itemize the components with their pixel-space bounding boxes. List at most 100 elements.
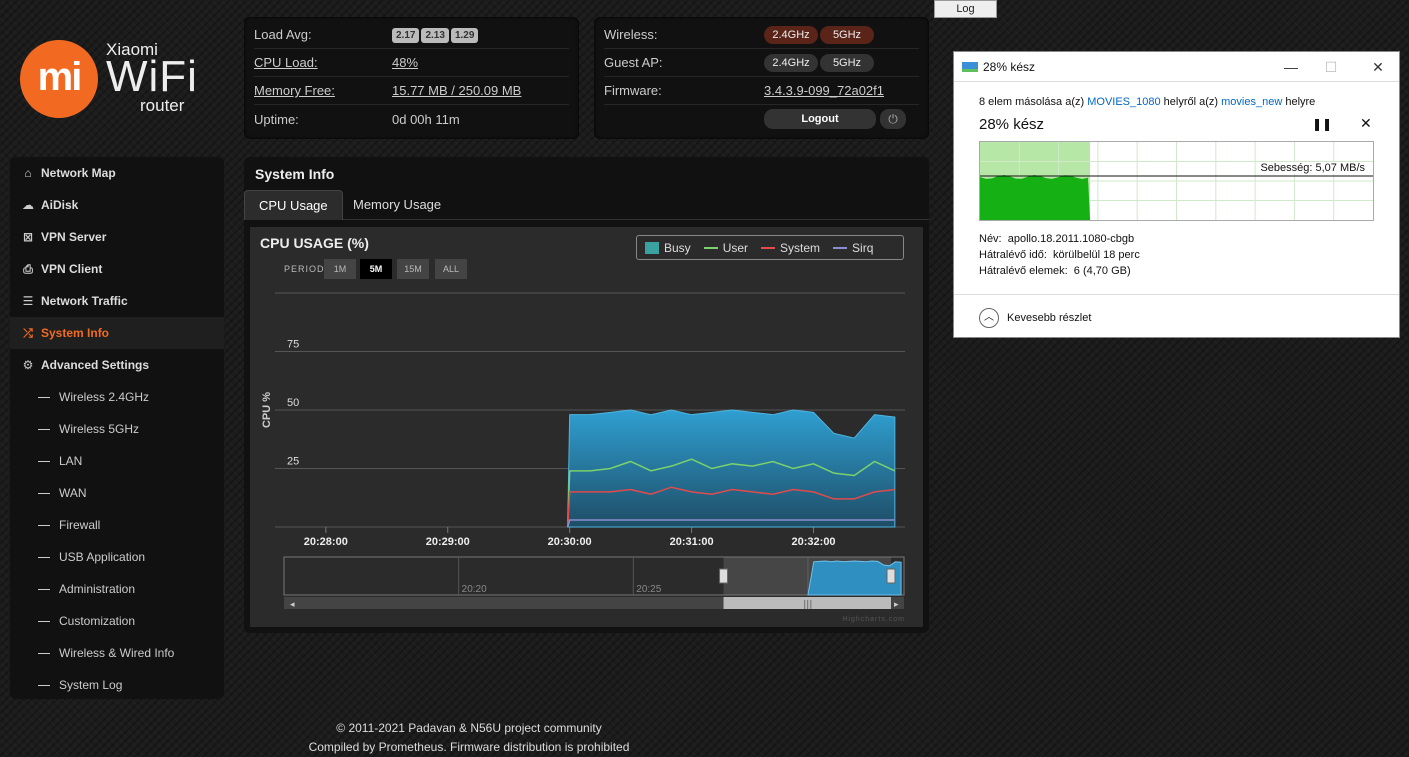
y-tick-label: 75 xyxy=(287,339,299,351)
tab-cpu-usage[interactable]: CPU Usage xyxy=(244,190,343,220)
dialog-separator xyxy=(954,294,1399,295)
sidebar-item-label: VPN Server xyxy=(41,230,107,244)
sidebar-subitem-wireless-wired-info[interactable]: Wireless & Wired Info xyxy=(10,637,224,669)
load-avg-values: 2.17 2.13 1.29 xyxy=(392,26,569,43)
gear-icon: ⚙ xyxy=(22,358,34,372)
sidebar-subitem-firewall[interactable]: Firewall xyxy=(10,509,224,541)
y-tick-label: 25 xyxy=(287,456,299,468)
cancel-copy-icon[interactable]: ✕ xyxy=(1360,115,1372,132)
cpu-load-row[interactable]: CPU Load: 48% xyxy=(254,49,569,77)
dash-icon xyxy=(38,492,50,494)
less-details-label: Kevesebb részlet xyxy=(1007,312,1092,324)
pause-icon[interactable]: ❚❚ xyxy=(1312,117,1332,131)
copy-mid: helyről a(z) xyxy=(1163,96,1219,108)
logo-brand-sub: router xyxy=(140,96,185,115)
dash-icon xyxy=(38,428,50,430)
copy-icon xyxy=(962,62,978,72)
log-button[interactable]: Log xyxy=(934,0,997,18)
sidebar-subitem-label: Wireless & Wired Info xyxy=(59,646,175,660)
sidebar-subitem-administration[interactable]: Administration xyxy=(10,573,224,605)
load-avg-15: 1.29 xyxy=(450,28,479,43)
dash-icon xyxy=(38,396,50,398)
y-axis-label: CPU % xyxy=(261,392,273,428)
sidebar: ⌂ Network Map ☁ AiDisk ⊠ VPN Server ⎙ VPN Cl… xyxy=(10,157,224,699)
dash-icon xyxy=(38,588,50,590)
sidebar-subitem-label: Customization xyxy=(59,614,136,628)
x-tick-label: 20:28:00 xyxy=(304,536,348,548)
less-details-button[interactable]: ︿ Kevesebb részlet xyxy=(979,308,1091,328)
sidebar-item-label: Network Traffic xyxy=(41,294,128,308)
sidebar-item-system-info[interactable]: ⤮ System Info xyxy=(10,317,224,349)
info-name-value: apollo.18.2011.1080-cbgb xyxy=(1007,233,1135,245)
sidebar-item-aidisk[interactable]: ☁ AiDisk xyxy=(10,189,224,221)
info-name: Név: apollo.18.2011.1080-cbgb xyxy=(979,233,1134,245)
dash-icon xyxy=(38,524,50,526)
sidebar-subitem-usb-application[interactable]: USB Application xyxy=(10,541,224,573)
guest-ap-24-button[interactable]: 2.4GHz xyxy=(764,53,818,72)
progress-heading: 28% kész xyxy=(979,116,1045,133)
sidebar-item-label: AiDisk xyxy=(41,198,79,212)
copy-description: 8 elem másolása a(z) MOVIES_1080 helyről… xyxy=(979,96,1315,108)
footer-compiled: Compiled by Prometheus. Firmware distrib… xyxy=(308,740,630,754)
copy-suffix: helyre xyxy=(1285,96,1316,108)
sidebar-subitem-system-log[interactable]: System Log xyxy=(10,669,224,701)
scroll-right-icon: ▸ xyxy=(894,600,899,610)
guest-ap-5-button[interactable]: 5GHz xyxy=(820,53,874,72)
sidebar-item-advanced-settings[interactable]: ⚙ Advanced Settings xyxy=(10,349,224,381)
load-avg-1: 2.17 xyxy=(392,28,420,43)
logout-button[interactable]: Logout xyxy=(764,109,876,130)
maximize-icon[interactable]: ☐ xyxy=(1319,57,1343,77)
dash-icon xyxy=(38,652,50,654)
minimize-icon[interactable]: — xyxy=(1279,57,1303,77)
xiaomi-wifi-logo: mi Xiaomi WiFi router xyxy=(18,38,218,124)
load-avg-5: 2.13 xyxy=(421,28,449,43)
cpu-load-value[interactable]: 48% xyxy=(392,55,569,70)
sidebar-subitem-wireless-24[interactable]: Wireless 2.4GHz xyxy=(10,381,224,413)
sidebar-subitem-label: LAN xyxy=(59,454,83,468)
navigator-handle-left xyxy=(719,568,729,584)
home-icon: ⌂ xyxy=(24,166,32,180)
sidebar-item-label: System Info xyxy=(41,326,110,340)
sidebar-item-label: Network Map xyxy=(41,166,116,180)
speed-label: Sebesség: 5,07 MB/s xyxy=(1258,162,1367,174)
sidebar-subitem-wan[interactable]: WAN xyxy=(10,477,224,509)
sidebar-item-vpn-client[interactable]: ⎙ VPN Client xyxy=(10,253,224,285)
memory-free-row[interactable]: Memory Free: 15.77 MB / 250.09 MB xyxy=(254,77,569,105)
system-info-panel: System Info CPU Usage Memory Usage CPU U… xyxy=(244,157,929,633)
load-avg-row: Load Avg: 2.17 2.13 1.29 xyxy=(254,21,569,49)
close-icon[interactable]: ✕ xyxy=(1366,57,1390,77)
y-tick-label: 50 xyxy=(287,397,299,409)
power-icon[interactable]: ⏻ xyxy=(880,108,906,129)
chevron-up-icon: ︿ xyxy=(979,308,999,328)
memory-free-label[interactable]: Memory Free: xyxy=(254,83,392,98)
wireless-5-button[interactable]: 5GHz xyxy=(820,25,874,44)
mi-logo-mark: mi xyxy=(37,55,83,99)
sidebar-subitem-lan[interactable]: LAN xyxy=(10,445,224,477)
info-time: Hátralévő idő: körülbelül 18 perc xyxy=(979,249,1140,261)
wireless-row: Wireless: 2.4GHz 5GHz xyxy=(604,21,919,49)
dialog-titlebar[interactable]: 28% kész — ☐ ✕ xyxy=(954,52,1399,82)
wireless-24-button[interactable]: 2.4GHz xyxy=(764,25,818,44)
sidebar-item-vpn-server[interactable]: ⊠ VPN Server xyxy=(10,221,224,253)
source-folder-link[interactable]: MOVIES_1080 xyxy=(1087,96,1160,108)
navigator-tick-label: 20:20 xyxy=(462,584,487,595)
sidebar-subitem-wireless-5[interactable]: Wireless 5GHz xyxy=(10,413,224,445)
tab-bar: CPU Usage Memory Usage xyxy=(244,190,929,220)
firmware-value[interactable]: 3.4.3.9-099_72a02f1 xyxy=(764,83,919,98)
load-avg-label: Load Avg: xyxy=(254,27,312,42)
logout-row: Logout ⏻ xyxy=(604,105,919,133)
destination-folder-link[interactable]: movies_new xyxy=(1221,96,1282,108)
status-panel-wireless: Wireless: 2.4GHz 5GHz Guest AP: 2.4GHz 5GH… xyxy=(594,17,929,139)
guest-ap-label: Guest AP: xyxy=(604,55,663,70)
sidebar-item-network-map[interactable]: ⌂ Network Map xyxy=(10,157,224,189)
sidebar-item-network-traffic[interactable]: ☰ Network Traffic xyxy=(10,285,224,317)
cpu-load-label[interactable]: CPU Load: xyxy=(254,55,392,70)
navigator-handle-right xyxy=(886,568,896,584)
tab-memory-usage[interactable]: Memory Usage xyxy=(339,190,455,220)
sidebar-subitem-customization[interactable]: Customization xyxy=(10,605,224,637)
speed-graph-svg xyxy=(980,142,1373,220)
memory-free-value[interactable]: 15.77 MB / 250.09 MB xyxy=(392,83,569,98)
firmware-label: Firmware: xyxy=(604,83,662,98)
logo-brand-big: WiFi xyxy=(106,52,198,101)
chart-credits: Highcharts.com xyxy=(842,616,905,623)
